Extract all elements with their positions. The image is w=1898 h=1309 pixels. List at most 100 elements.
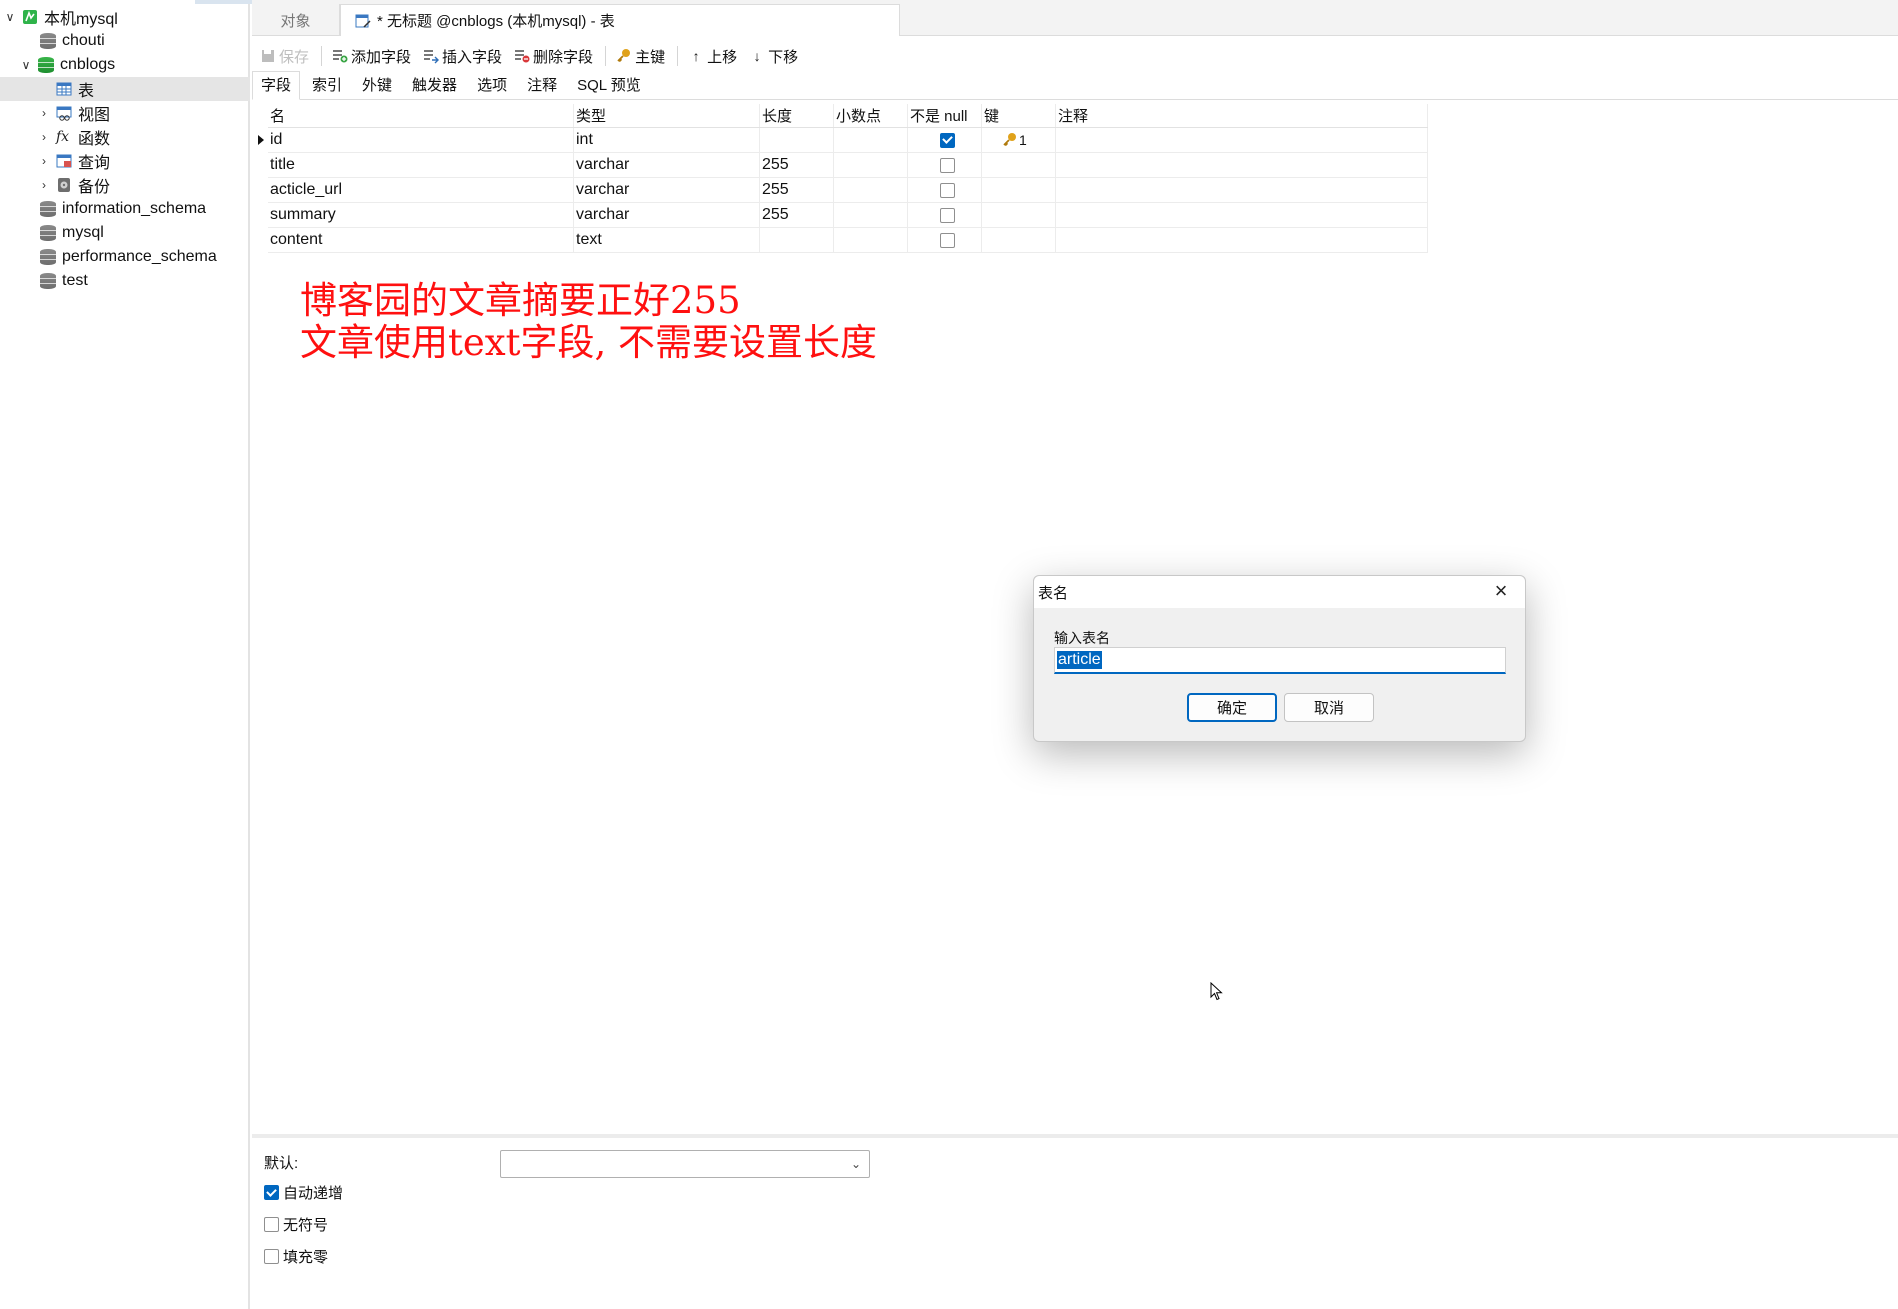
table-row[interactable]: summary varchar 255	[268, 203, 1428, 228]
not-null-checkbox[interactable]	[940, 157, 955, 173]
tree-db-mysql[interactable]: mysql	[0, 221, 250, 245]
table-row[interactable]: content text	[268, 228, 1428, 253]
column-header-type[interactable]: 类型	[574, 104, 760, 127]
field-key-cell[interactable]	[982, 228, 1056, 252]
unsigned-checkbox[interactable]	[264, 1217, 279, 1232]
add-field-button[interactable]: 添加字段	[332, 46, 411, 67]
tab-objects[interactable]: 对象	[252, 4, 340, 36]
tree-db-test[interactable]: test	[0, 269, 250, 293]
auto-increment-checkbox[interactable]	[264, 1185, 279, 1200]
primary-key-button[interactable]: 主键	[616, 46, 665, 67]
delete-field-button[interactable]: 删除字段	[514, 46, 593, 67]
column-header-decimals[interactable]: 小数点	[834, 104, 908, 127]
unsigned-option[interactable]: 无符号	[264, 1214, 328, 1235]
field-name-cell[interactable]: title	[268, 153, 574, 177]
field-name-cell[interactable]: acticle_url	[268, 178, 574, 202]
field-not-null-cell[interactable]	[908, 128, 982, 152]
column-header-length[interactable]: 长度	[760, 104, 834, 127]
field-length-cell[interactable]: 255	[760, 203, 834, 227]
field-type-cell[interactable]: int	[574, 128, 760, 152]
tree-item-tables[interactable]: 表	[0, 77, 250, 101]
tab-foreign-keys[interactable]: 外键	[354, 74, 400, 99]
tab-options[interactable]: 选项	[469, 74, 515, 99]
field-name-cell[interactable]: id	[268, 128, 574, 152]
column-header-key[interactable]: 键	[982, 104, 1056, 127]
table-row[interactable]: id int 1	[258, 128, 1428, 153]
field-key-cell[interactable]: 1	[982, 128, 1056, 152]
field-key-cell[interactable]	[982, 203, 1056, 227]
field-comment-cell[interactable]	[1056, 153, 1428, 177]
save-button[interactable]: 保存	[260, 46, 309, 67]
column-header-comment[interactable]: 注释	[1056, 104, 1428, 127]
column-header-name[interactable]: 名	[268, 104, 574, 127]
cancel-button[interactable]: 取消	[1284, 693, 1374, 722]
move-up-button[interactable]: ↑ 上移	[688, 46, 738, 67]
field-key-cell[interactable]	[982, 178, 1056, 202]
field-comment-cell[interactable]	[1056, 128, 1428, 152]
tab-table-design[interactable]: * 无标题 @cnblogs (本机mysql) - 表	[340, 4, 900, 36]
tree-item-backups[interactable]: › 备份	[0, 173, 250, 197]
field-type-cell[interactable]: text	[574, 228, 760, 252]
tree-item-queries[interactable]: › 查询	[0, 149, 250, 173]
field-not-null-cell[interactable]	[908, 228, 982, 252]
not-null-checkbox[interactable]	[940, 132, 955, 148]
field-decimals-cell[interactable]	[834, 153, 908, 177]
not-null-checkbox[interactable]	[940, 207, 955, 223]
close-icon[interactable]: ×	[1489, 580, 1513, 604]
field-not-null-cell[interactable]	[908, 153, 982, 177]
tree-db-performance-schema[interactable]: performance_schema	[0, 245, 250, 269]
field-not-null-cell[interactable]	[908, 203, 982, 227]
chevron-right-icon[interactable]: ›	[38, 178, 50, 192]
tab-triggers[interactable]: 触发器	[404, 74, 465, 99]
default-value-select[interactable]: ⌄	[500, 1150, 870, 1178]
key-icon	[616, 48, 632, 64]
field-type-cell[interactable]: varchar	[574, 153, 760, 177]
zerofill-checkbox[interactable]	[264, 1249, 279, 1264]
field-decimals-cell[interactable]	[834, 128, 908, 152]
tab-fields[interactable]: 字段	[252, 71, 301, 100]
tab-sql-preview[interactable]: SQL 预览	[569, 74, 649, 99]
not-null-checkbox[interactable]	[940, 182, 955, 198]
field-length-cell[interactable]	[760, 228, 834, 252]
field-comment-cell[interactable]	[1056, 228, 1428, 252]
auto-increment-option[interactable]: 自动递增	[264, 1182, 343, 1203]
chevron-right-icon[interactable]: ›	[38, 154, 50, 168]
not-null-checkbox[interactable]	[940, 232, 955, 248]
field-type-cell[interactable]: varchar	[574, 178, 760, 202]
field-name-cell[interactable]: summary	[268, 203, 574, 227]
table-row[interactable]: title varchar 255	[268, 153, 1428, 178]
tree-db-cnblogs[interactable]: ∨ cnblogs	[0, 53, 250, 77]
field-length-cell[interactable]: 255	[760, 153, 834, 177]
move-down-button[interactable]: ↓ 下移	[749, 46, 799, 67]
tree-db-information-schema[interactable]: information_schema	[0, 197, 250, 221]
field-decimals-cell[interactable]	[834, 228, 908, 252]
tab-indexes[interactable]: 索引	[304, 74, 350, 99]
table-row[interactable]: acticle_url varchar 255	[268, 178, 1428, 203]
field-length-cell[interactable]: 255	[760, 178, 834, 202]
field-key-cell[interactable]	[982, 153, 1056, 177]
tab-comment[interactable]: 注释	[519, 74, 565, 99]
insert-field-button[interactable]: 插入字段	[423, 46, 502, 67]
ok-button[interactable]: 确定	[1187, 693, 1277, 722]
column-header-not-null[interactable]: 不是 null	[908, 104, 982, 127]
chevron-right-icon[interactable]: ›	[38, 130, 50, 144]
field-decimals-cell[interactable]	[834, 203, 908, 227]
tree-db-chouti[interactable]: chouti	[0, 29, 250, 53]
database-icon	[40, 33, 56, 49]
field-comment-cell[interactable]	[1056, 203, 1428, 227]
tree-item-functions[interactable]: › fx 函数	[0, 125, 250, 149]
chevron-down-icon[interactable]: ∨	[20, 58, 32, 72]
tree-item-views[interactable]: › 视图	[0, 101, 250, 125]
field-type-cell[interactable]: varchar	[574, 203, 760, 227]
chevron-right-icon[interactable]: ›	[38, 106, 50, 120]
field-not-null-cell[interactable]	[908, 178, 982, 202]
field-name-cell[interactable]: content	[268, 228, 574, 252]
field-comment-cell[interactable]	[1056, 178, 1428, 202]
chevron-down-icon[interactable]: ∨	[4, 10, 16, 24]
zerofill-option[interactable]: 填充零	[264, 1246, 328, 1267]
table-name-input[interactable]: article	[1054, 647, 1506, 674]
field-length-cell[interactable]	[760, 128, 834, 152]
query-icon	[56, 153, 72, 169]
tree-connection[interactable]: ∨ 本机mysql	[0, 5, 250, 29]
field-decimals-cell[interactable]	[834, 178, 908, 202]
